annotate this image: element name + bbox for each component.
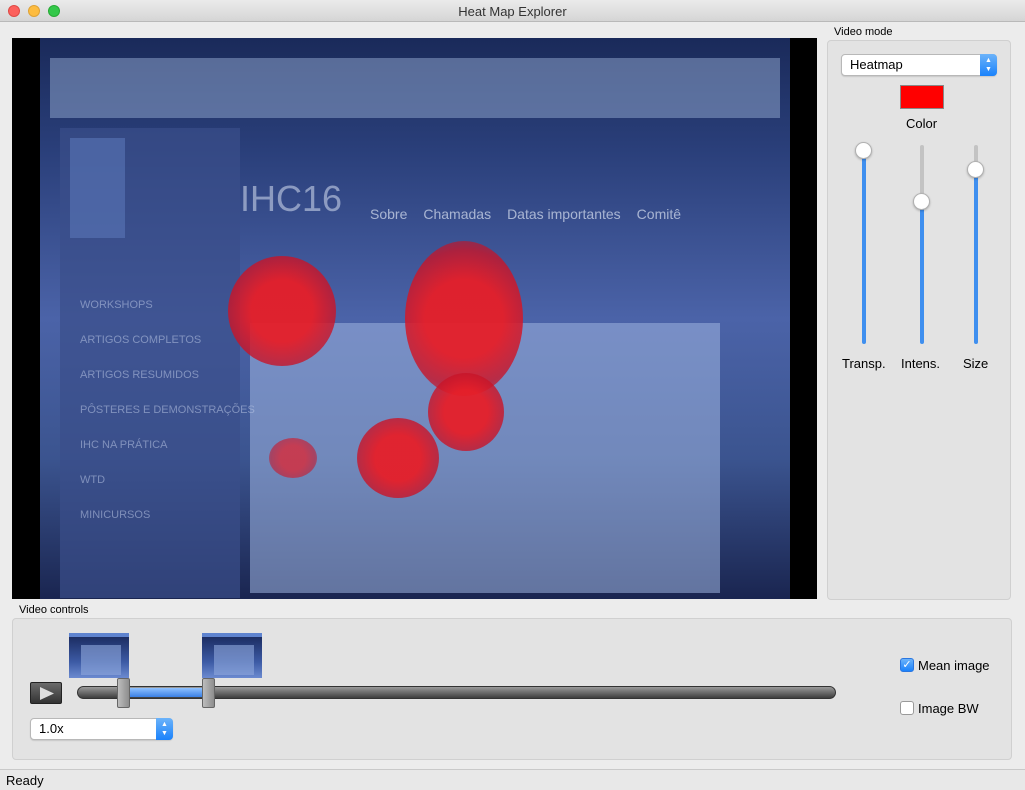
status-text: Ready xyxy=(6,773,44,788)
video-mode-group-label: Video mode xyxy=(834,26,893,38)
timeline-start-handle[interactable] xyxy=(117,678,130,708)
size-slider-track[interactable] xyxy=(974,170,978,344)
chevron-updown-icon: ▲ ▼ xyxy=(156,718,173,740)
image-bw-checkbox[interactable] xyxy=(900,701,914,715)
status-bar: Ready xyxy=(0,769,1025,790)
title-bar: Heat Map Explorer xyxy=(0,0,1025,22)
start-frame-thumbnail xyxy=(69,633,129,678)
playback-speed-value: 1.0x xyxy=(39,721,64,736)
video-mode-select[interactable]: Heatmap ▲ ▼ xyxy=(841,54,997,76)
video-controls-group-label: Video controls xyxy=(19,604,89,616)
color-label: Color xyxy=(906,116,938,131)
size-label: Size xyxy=(963,356,989,371)
timeline-end-handle[interactable] xyxy=(202,678,215,708)
heatmap-blob xyxy=(228,256,336,366)
play-button[interactable] xyxy=(30,682,62,704)
window-title: Heat Map Explorer xyxy=(458,4,567,19)
transparency-label: Transp. xyxy=(842,356,886,371)
chevron-updown-icon: ▲ ▼ xyxy=(980,54,997,76)
video-view[interactable]: IHC16 Sobre Chamadas Datas importantes Comi… xyxy=(12,38,817,599)
intensity-label: Intens. xyxy=(901,356,941,371)
mean-image-checkbox[interactable]: ✓ xyxy=(900,658,914,672)
heatmap-blob xyxy=(269,438,317,478)
play-icon xyxy=(40,687,54,700)
image-bw-label[interactable]: Image BW xyxy=(918,701,979,716)
transparency-slider-track[interactable] xyxy=(862,150,866,344)
check-icon: ✓ xyxy=(902,659,912,671)
mean-image-label[interactable]: Mean image xyxy=(918,658,990,673)
color-swatch-button[interactable] xyxy=(900,85,944,109)
timeline-selected-range xyxy=(128,688,208,697)
heatmap-blob xyxy=(357,418,439,498)
size-slider-knob[interactable] xyxy=(967,161,984,178)
intensity-slider-knob[interactable] xyxy=(913,193,930,210)
end-frame-thumbnail xyxy=(202,633,262,678)
video-mode-value: Heatmap xyxy=(850,57,903,72)
heatmap-blob xyxy=(428,373,504,451)
playback-speed-select[interactable]: 1.0x ▲ ▼ xyxy=(30,718,173,740)
intensity-slider-track[interactable] xyxy=(920,202,924,344)
transparency-slider-knob[interactable] xyxy=(855,142,872,159)
